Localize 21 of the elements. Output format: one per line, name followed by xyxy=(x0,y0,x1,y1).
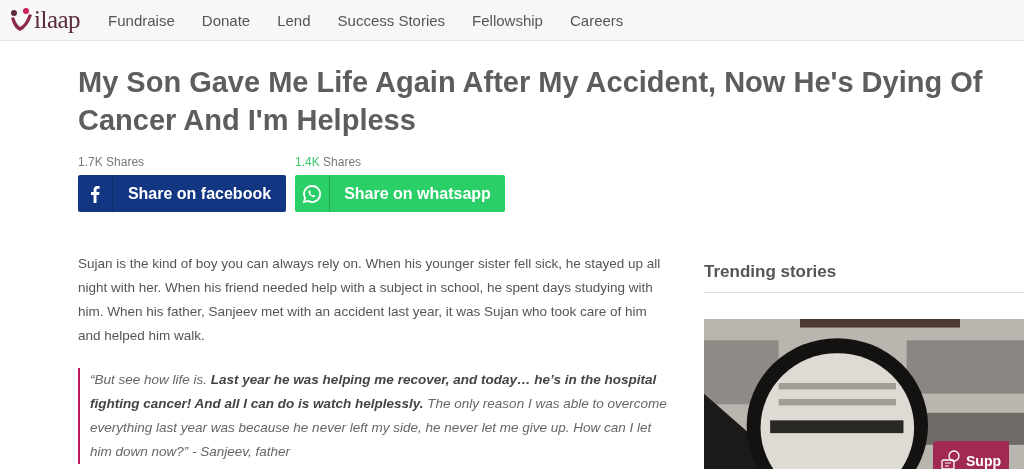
nav-link[interactable]: Fellowship xyxy=(472,11,543,29)
nav-link[interactable]: Careers xyxy=(569,11,624,29)
whatsapp-icon xyxy=(302,183,322,204)
nav-link[interactable]: Lend xyxy=(277,11,311,29)
nav-link[interactable]: Fundraise xyxy=(108,11,175,29)
logo-wordmark[interactable]: ilaap xyxy=(34,6,81,34)
nav-link[interactable]: Donate xyxy=(201,11,251,29)
story-title: My Son Gave Me Life Again After My Accident, Now He's Dying Of Cancer And I'm Helpless xyxy=(78,65,984,138)
share-count: 1.7K xyxy=(78,155,103,169)
share-button[interactable]: Share on facebook xyxy=(78,175,286,212)
facebook-icon xyxy=(90,184,100,203)
story-quote: “But see how life is. Last year he was helping me recover, and today… he’s in the hospital fighting cancer! And all I can do is watch helplessly. The only reason I was able to overcome everything last year was because he never left my side, he never let me give up. How can I let him down now?” - Sanjeev, father xyxy=(78,368,673,464)
share-label: Shares xyxy=(323,155,362,169)
share-count: 1.4K xyxy=(295,155,320,169)
share-label: Shares xyxy=(106,155,145,169)
story-paragraph: Sujan is the kind of boy you can always rely on. When his younger sister fell sick, he stayed up all night with her. When his friend needed help with a subject in school, he spent days studying with him. When his father, Sanjeev met with an accident last year, it was Sujan who took care of him and helped him walk. xyxy=(78,255,662,345)
nav-link[interactable]: Success Stories xyxy=(337,11,446,29)
support-button[interactable]: Supp xyxy=(933,441,1009,469)
sidebar-heading: Trending stories xyxy=(704,262,1024,293)
chat-help-icon xyxy=(941,450,961,469)
logo-icon[interactable] xyxy=(8,7,34,33)
